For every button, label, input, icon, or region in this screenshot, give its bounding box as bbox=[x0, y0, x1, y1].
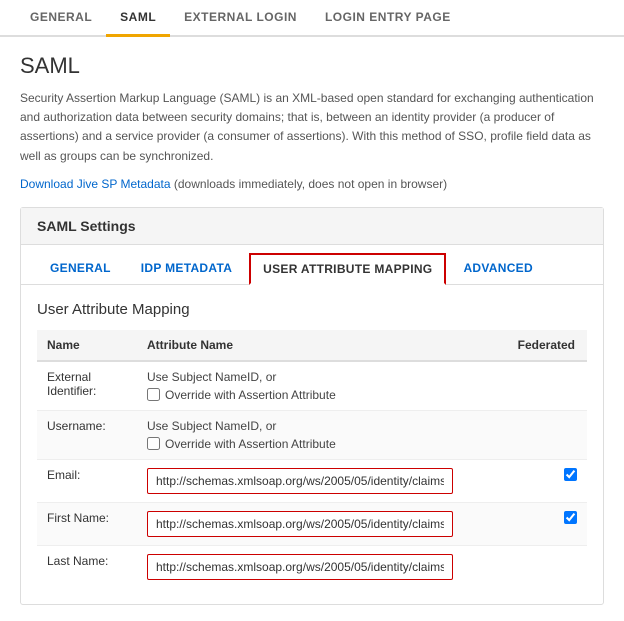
email-input[interactable] bbox=[147, 468, 453, 494]
tab-login-entry-page[interactable]: LOGIN ENTRY PAGE bbox=[311, 0, 465, 37]
tab-saml[interactable]: SAML bbox=[106, 0, 170, 37]
row-lastname-attr bbox=[137, 545, 463, 588]
firstname-federated-cell bbox=[463, 502, 587, 545]
row-email-name: Email: bbox=[37, 459, 137, 502]
firstname-federated-checkbox[interactable] bbox=[564, 511, 577, 524]
subtab-idp-metadata[interactable]: IDP METADATA bbox=[128, 253, 245, 285]
external-id-checkbox[interactable] bbox=[147, 388, 160, 401]
row-external-identifier-attr: Use Subject NameID, or Override with Ass… bbox=[137, 361, 463, 411]
inner-content: User Attribute Mapping Name Attribute Na… bbox=[21, 285, 603, 604]
col-header-name: Name bbox=[37, 330, 137, 361]
table-row: ExternalIdentifier: Use Subject NameID, … bbox=[37, 361, 587, 411]
row-email-attr bbox=[137, 459, 463, 502]
subtab-user-attribute-mapping[interactable]: USER ATTRIBUTE MAPPING bbox=[249, 253, 446, 285]
row-username-attr: Use Subject NameID, or Override with Ass… bbox=[137, 410, 463, 459]
email-federated-cell bbox=[463, 459, 587, 502]
download-sub-text: (downloads immediately, does not open in… bbox=[171, 177, 448, 191]
page-description: Security Assertion Markup Language (SAML… bbox=[20, 89, 604, 166]
external-id-checkbox-row: Override with Assertion Attribute bbox=[147, 388, 453, 402]
top-navigation: GENERAL SAML EXTERNAL LOGIN LOGIN ENTRY … bbox=[0, 0, 624, 37]
col-header-federated: Federated bbox=[463, 330, 587, 361]
row-firstname-name: First Name: bbox=[37, 502, 137, 545]
row-external-identifier-name: ExternalIdentifier: bbox=[37, 361, 137, 411]
tab-general[interactable]: GENERAL bbox=[16, 0, 106, 37]
attribute-table: Name Attribute Name Federated ExternalId… bbox=[37, 330, 587, 588]
firstname-input[interactable] bbox=[147, 511, 453, 537]
username-line1: Use Subject NameID, or bbox=[147, 419, 453, 433]
external-id-line1: Use Subject NameID, or bbox=[147, 370, 453, 384]
row-username-name: Username: bbox=[37, 410, 137, 459]
page-title: SAML bbox=[20, 53, 604, 79]
table-header-row: Name Attribute Name Federated bbox=[37, 330, 587, 361]
table-row: First Name: bbox=[37, 502, 587, 545]
lastname-federated-cell bbox=[463, 545, 587, 588]
username-checkbox-row: Override with Assertion Attribute bbox=[147, 437, 453, 451]
sub-tabs: GENERAL IDP METADATA USER ATTRIBUTE MAPP… bbox=[21, 245, 603, 285]
table-row: Email: bbox=[37, 459, 587, 502]
username-federated-cell bbox=[463, 410, 587, 459]
table-row: Username: Use Subject NameID, or Overrid… bbox=[37, 410, 587, 459]
tab-external-login[interactable]: EXTERNAL LOGIN bbox=[170, 0, 311, 37]
saml-settings-box: SAML Settings GENERAL IDP METADATA USER … bbox=[20, 207, 604, 605]
username-checkbox[interactable] bbox=[147, 437, 160, 450]
external-id-checkbox-label: Override with Assertion Attribute bbox=[165, 388, 336, 402]
row-firstname-attr bbox=[137, 502, 463, 545]
col-header-attribute: Attribute Name bbox=[137, 330, 463, 361]
settings-box-header: SAML Settings bbox=[21, 208, 603, 245]
lastname-input[interactable] bbox=[147, 554, 453, 580]
download-link[interactable]: Download Jive SP Metadata bbox=[20, 177, 171, 191]
section-title: User Attribute Mapping bbox=[37, 301, 587, 318]
table-row: Last Name: bbox=[37, 545, 587, 588]
email-federated-checkbox[interactable] bbox=[564, 468, 577, 481]
external-id-federated-cell bbox=[463, 361, 587, 411]
row-lastname-name: Last Name: bbox=[37, 545, 137, 588]
download-section: Download Jive SP Metadata (downloads imm… bbox=[20, 176, 604, 191]
page-content: SAML Security Assertion Markup Language … bbox=[0, 37, 624, 621]
subtab-general[interactable]: GENERAL bbox=[37, 253, 124, 285]
subtab-advanced[interactable]: ADVANCED bbox=[450, 253, 546, 285]
username-checkbox-label: Override with Assertion Attribute bbox=[165, 437, 336, 451]
